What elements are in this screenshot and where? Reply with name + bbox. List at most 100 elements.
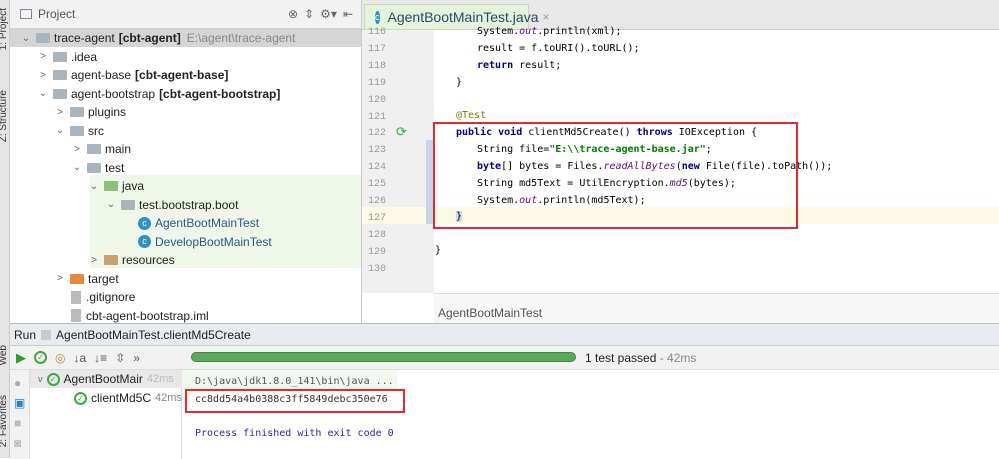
tree-item[interactable]: ⌄ agent-bootstrap [cbt-agent-bootstrap] — [10, 85, 361, 103]
run-toolbar: ▶ ✓ ◎ ↓a ↓≡ ⇳ » 1 test passed - 42ms — [10, 346, 999, 370]
module-icon — [53, 88, 67, 99]
stop-icon[interactable]: ■ — [14, 416, 25, 430]
file-icon — [71, 309, 81, 322]
chevron-icon[interactable]: ⌄ — [71, 162, 83, 173]
tree-item[interactable]: ⌄ src — [10, 122, 361, 140]
test-time: - 42ms — [656, 351, 697, 365]
highlight-box-output — [185, 389, 405, 413]
folder-icon — [104, 255, 118, 265]
chevron-icon[interactable]: ⌄ — [54, 125, 66, 136]
folder-icon — [70, 107, 84, 117]
show-ignored-icon[interactable]: ◎ — [55, 351, 65, 365]
highlight-box-code — [433, 122, 798, 229]
gear-icon[interactable]: ⚙▾ — [320, 7, 337, 21]
expand-icon[interactable]: ⇳ — [115, 351, 125, 365]
tree-item-label: .idea — [71, 49, 98, 64]
chevron-icon[interactable]: > — [37, 51, 49, 62]
chevron-icon[interactable]: > — [71, 144, 83, 155]
project-view-icon — [20, 9, 32, 19]
tree-item[interactable]: ⌄ test — [10, 159, 361, 177]
rerun-icon[interactable]: ▶ — [16, 350, 26, 366]
tree-item[interactable]: c DevelopBootMainTest — [10, 233, 361, 251]
chevron-icon[interactable]: > — [37, 70, 49, 81]
module-name: [cbt-agent-base] — [135, 68, 229, 82]
tree-item-label: java — [122, 179, 145, 193]
left-tool-strip: 1: Project Z: Structure Web 2: Favorites — [0, 0, 10, 458]
collapse-icon[interactable]: ⇕ — [304, 7, 314, 21]
editor: c AgentBootMainTest.java × 116 117 118 119 1… — [362, 0, 999, 323]
file-icon — [71, 290, 81, 304]
folder-icon — [87, 162, 101, 173]
line-number: 125 — [368, 179, 387, 191]
camera-icon[interactable]: ◙ — [14, 436, 25, 450]
tree-item-label: main — [105, 142, 132, 156]
tree-item[interactable]: .gitignore — [10, 288, 361, 306]
tree-item[interactable]: > resources — [10, 251, 361, 269]
tool-tab-project[interactable]: 1: Project — [0, 8, 9, 50]
tree-item-label: resources — [122, 253, 175, 267]
more-icon[interactable]: » — [133, 351, 140, 365]
tree-item[interactable]: > target — [10, 270, 361, 288]
line-number: 123 — [368, 145, 387, 157]
folder-icon — [53, 51, 67, 62]
folder-icon — [87, 144, 101, 154]
tree-item[interactable]: ⌄ test.bootstrap.boot — [10, 196, 361, 214]
tree-item[interactable]: cbt-agent-bootstrap.iml — [10, 307, 361, 325]
tree-item[interactable]: > .idea — [10, 48, 361, 66]
tree-item-label: test — [105, 160, 125, 175]
test-tree-row[interactable]: v ✓ AgentBootMair 42ms — [38, 372, 174, 386]
chevron-icon[interactable]: ⌄ — [20, 33, 32, 44]
module-icon — [53, 70, 67, 80]
class-icon: c — [138, 235, 151, 248]
line-number: 121 — [368, 111, 387, 123]
chevron-icon[interactable]: > — [54, 273, 66, 284]
run-config-tab[interactable]: AgentBootMainTest.clientMd5Create — [56, 328, 251, 342]
tree-item-label: target — [88, 271, 119, 286]
tree-item-label: test.bootstrap.boot — [139, 197, 239, 212]
breadcrumb[interactable]: AgentBootMainTest — [434, 293, 999, 323]
line-number: 124 — [368, 162, 387, 174]
hide-icon[interactable]: ⇤ — [343, 7, 353, 21]
line-number: 120 — [368, 94, 387, 106]
chevron-icon[interactable]: ⌄ — [105, 199, 117, 210]
tree-item-label: agent-bootstrap — [71, 86, 156, 101]
tool-tab-favorites[interactable]: 2: Favorites — [0, 395, 9, 447]
line-number: 122 — [368, 128, 387, 140]
test-tree: v ✓ AgentBootMair 42ms ✓ clientMd5C 42ms — [30, 370, 182, 459]
tree-item[interactable]: c AgentBootMainTest — [10, 214, 361, 232]
tree-item[interactable]: > main — [10, 140, 361, 158]
tree-item[interactable]: ⌄ java — [10, 177, 361, 195]
sort-duration-icon[interactable]: ↓≡ — [94, 351, 107, 365]
run-test-icon[interactable]: ⟳ — [396, 124, 407, 140]
module-icon — [36, 33, 50, 43]
tree-item-label: cbt-agent-bootstrap.iml — [86, 308, 209, 323]
chevron-icon[interactable]: ⌄ — [37, 88, 49, 99]
restore-icon[interactable]: ▣ — [14, 396, 25, 410]
chevron-icon[interactable]: > — [88, 255, 100, 266]
close-icon[interactable]: × — [542, 10, 549, 24]
line-number: 127 — [368, 212, 387, 224]
locate-icon[interactable]: ⊗ — [288, 7, 298, 21]
tree-item-label: DevelopBootMainTest — [155, 234, 272, 249]
show-passed-icon[interactable]: ✓ — [34, 351, 47, 364]
folder-icon — [121, 199, 135, 210]
project-view-selector[interactable]: Project — [38, 7, 238, 21]
run-side-toolbar: ● ▣ ■ ◙ — [10, 370, 30, 459]
project-header: Project ⊗ ⇕ ⚙▾ ⇤ — [10, 0, 361, 29]
sort-alpha-icon[interactable]: ↓a — [73, 351, 86, 365]
test-progress-bar — [191, 352, 576, 362]
test-status: 1 test passed — [585, 351, 657, 365]
chevron-icon[interactable]: ⌄ — [88, 181, 100, 192]
pin-icon[interactable]: ● — [14, 376, 25, 390]
tool-tab-structure[interactable]: Z: Structure — [0, 90, 9, 142]
folder-icon — [70, 273, 84, 284]
line-number: 118 — [368, 60, 387, 72]
tab-label: AgentBootMainTest.java — [387, 9, 539, 25]
module-path: E:\agent\trace-agent — [186, 31, 296, 45]
tree-item[interactable]: ⌄ trace-agent [cbt-agent] E:\agent\trace-ag… — [10, 29, 361, 47]
tree-item[interactable]: > agent-base [cbt-agent-base] — [10, 66, 361, 84]
tree-item[interactable]: > plugins — [10, 103, 361, 121]
chevron-icon[interactable]: > — [54, 107, 66, 118]
test-tree-row[interactable]: ✓ clientMd5C 42ms — [74, 391, 182, 405]
tool-tab-web[interactable]: Web — [0, 345, 9, 365]
